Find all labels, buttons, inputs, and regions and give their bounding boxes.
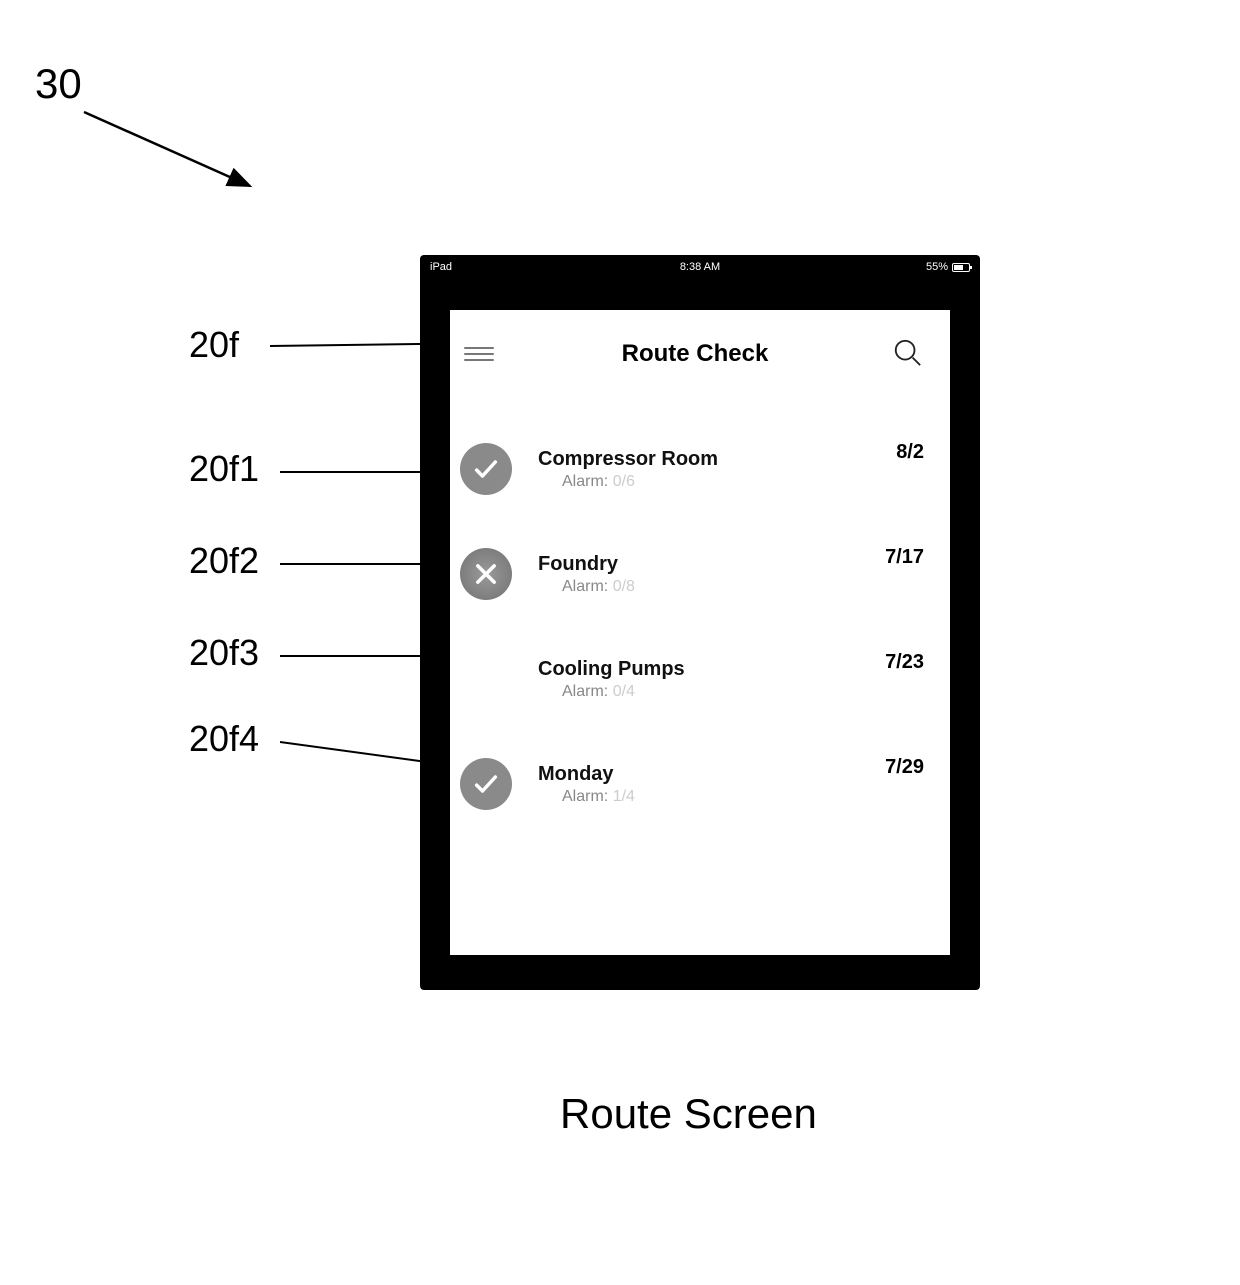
route-name: Compressor Room — [538, 448, 896, 471]
status-bar-time: 8:38 AM — [420, 261, 980, 273]
route-main: Compressor Room Alarm: 0/6 — [512, 448, 896, 491]
search-icon[interactable] — [892, 337, 922, 372]
callout-20f: 20f — [189, 324, 239, 366]
route-name: Cooling Pumps — [538, 658, 885, 681]
route-list: Compressor Room Alarm: 0/6 8/2 Foundry — [450, 439, 950, 814]
figure-caption: Route Screen — [560, 1090, 817, 1138]
route-date: 7/17 — [885, 544, 924, 569]
route-main: Monday Alarm: 1/4 — [512, 763, 885, 806]
menu-icon[interactable] — [460, 341, 498, 367]
route-item-cooling-pumps[interactable]: Cooling Pumps Alarm: 0/4 7/23 — [460, 649, 924, 709]
battery-icon — [952, 263, 970, 272]
route-date: 7/23 — [885, 649, 924, 674]
close-icon — [460, 548, 512, 600]
figure-number: 30 — [35, 60, 82, 108]
route-item-monday[interactable]: Monday Alarm: 1/4 7/29 — [460, 754, 924, 814]
device-frame: iPad 8:38 AM 55% Route Check — [420, 255, 980, 990]
figure-pointer-arrow — [80, 108, 260, 208]
route-date: 7/29 — [885, 754, 924, 779]
route-main: Cooling Pumps Alarm: 0/4 — [512, 658, 885, 701]
route-date: 8/2 — [896, 439, 924, 464]
callout-20f2: 20f2 — [189, 540, 259, 582]
route-alarm: Alarm: 0/4 — [538, 683, 885, 701]
route-main: Foundry Alarm: 0/8 — [512, 553, 885, 596]
page-title: Route Check — [498, 340, 892, 368]
route-item-compressor-room[interactable]: Compressor Room Alarm: 0/6 8/2 — [460, 439, 924, 499]
check-icon — [460, 758, 512, 810]
route-name: Foundry — [538, 553, 885, 576]
check-icon — [460, 443, 512, 495]
route-item-foundry[interactable]: Foundry Alarm: 0/8 7/17 — [460, 544, 924, 604]
status-empty — [460, 653, 512, 705]
status-bar: iPad 8:38 AM 55% — [420, 257, 980, 277]
route-alarm: Alarm: 0/6 — [538, 473, 896, 491]
callout-20f4: 20f4 — [189, 718, 259, 760]
callout-20f3: 20f3 — [189, 632, 259, 674]
app-header: Route Check — [450, 310, 950, 384]
app-screen: Route Check Compressor Room Alarm: 0/6 — [450, 310, 950, 955]
route-alarm: Alarm: 1/4 — [538, 788, 885, 806]
route-alarm: Alarm: 0/8 — [538, 578, 885, 596]
route-name: Monday — [538, 763, 885, 786]
callout-20f1: 20f1 — [189, 448, 259, 490]
